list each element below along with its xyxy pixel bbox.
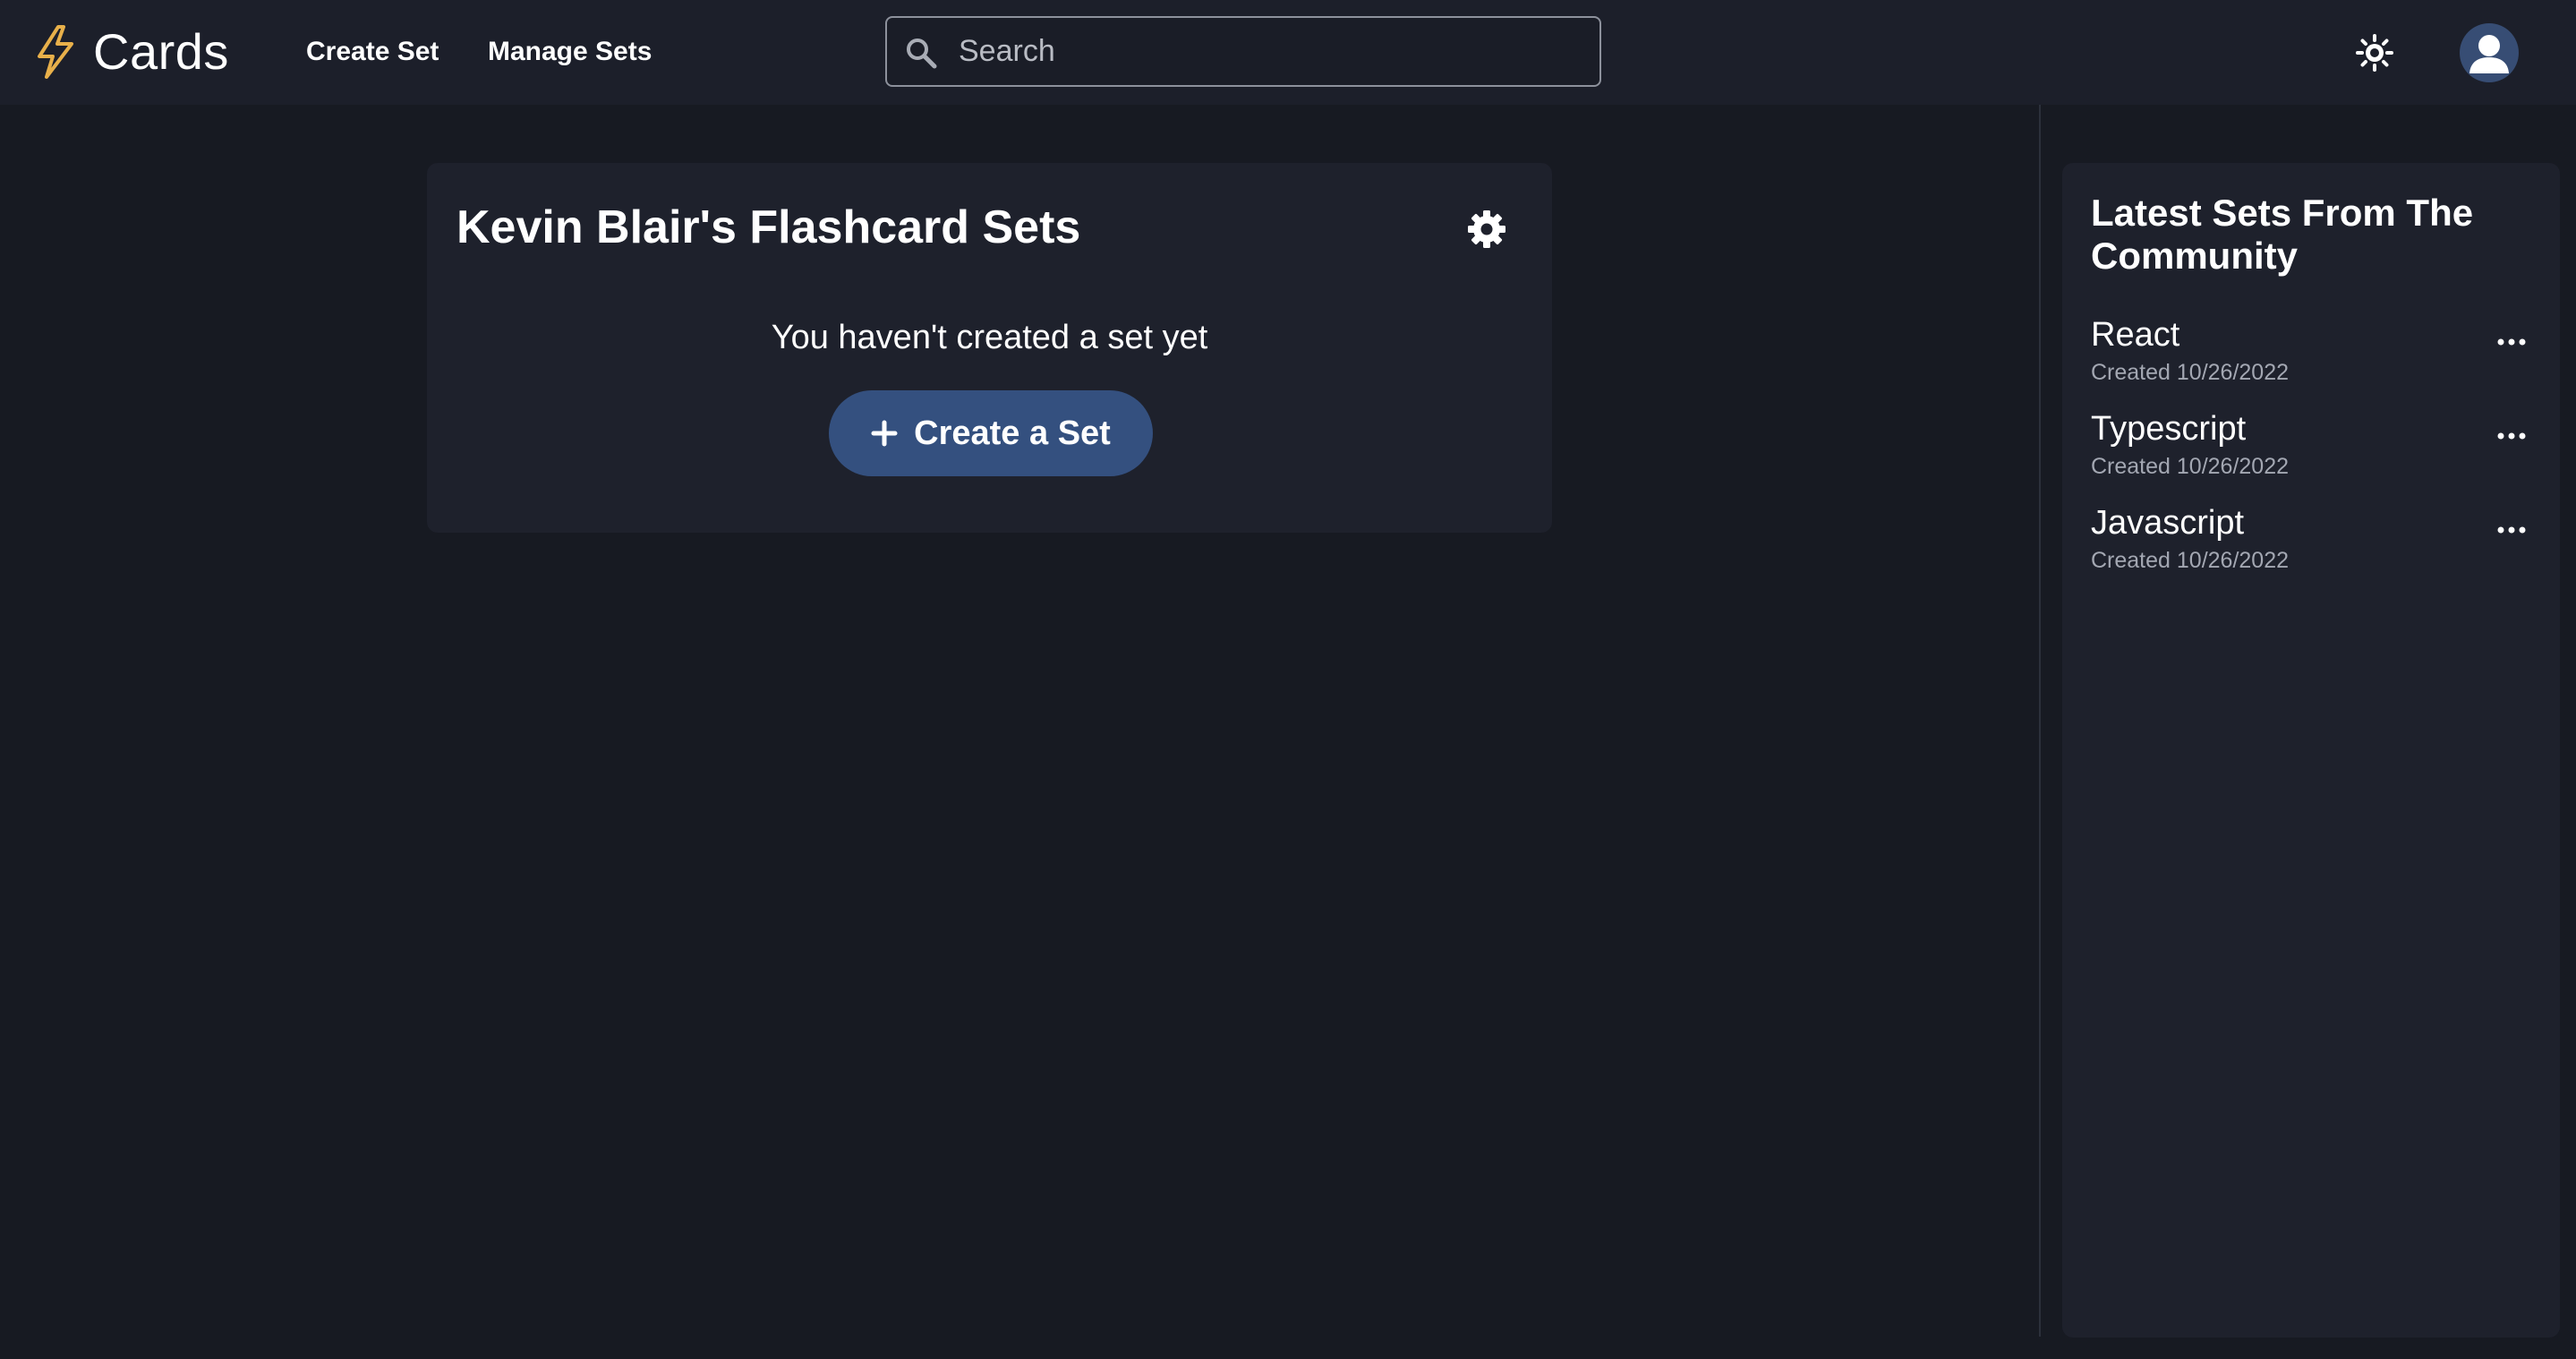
more-horizontal-icon[interactable] xyxy=(2495,335,2528,349)
set-created-date: Created 10/26/2022 xyxy=(2091,454,2290,479)
search-input[interactable] xyxy=(959,18,1585,85)
plus-icon xyxy=(871,420,898,447)
app-name: Cards xyxy=(93,23,229,80)
user-avatar[interactable] xyxy=(2460,23,2519,82)
search-box xyxy=(885,16,1601,87)
empty-state-message: You haven't created a set yet xyxy=(771,319,1208,356)
community-set-item[interactable]: Javascript Created 10/26/2022 xyxy=(2091,501,2538,582)
nav-create-set[interactable]: Create Set xyxy=(306,34,439,70)
more-horizontal-icon[interactable] xyxy=(2495,429,2528,443)
community-sets-panel: Latest Sets From The Community React Cre… xyxy=(2062,163,2560,1338)
page-title: Kevin Blair's Flashcard Sets xyxy=(456,201,1081,253)
app-logo[interactable]: Cards xyxy=(34,23,229,81)
nav-manage-sets[interactable]: Manage Sets xyxy=(488,34,652,70)
create-set-label: Create a Set xyxy=(914,415,1111,452)
my-sets-card: Kevin Blair's Flashcard Sets You haven't… xyxy=(427,163,1552,533)
set-created-date: Created 10/26/2022 xyxy=(2091,360,2290,385)
more-horizontal-icon[interactable] xyxy=(2495,523,2528,537)
sidebar-divider xyxy=(2039,105,2041,1337)
search-icon xyxy=(907,38,937,69)
user-icon xyxy=(2469,35,2509,73)
gear-icon[interactable] xyxy=(1465,208,1508,251)
community-set-item[interactable]: React Created 10/26/2022 xyxy=(2091,313,2538,394)
create-set-button[interactable]: Create a Set xyxy=(829,390,1153,476)
sun-icon[interactable] xyxy=(2356,34,2393,72)
set-created-date: Created 10/26/2022 xyxy=(2091,548,2290,573)
set-name: React xyxy=(2091,316,2180,354)
sidebar-title: Latest Sets From The Community xyxy=(2091,192,2474,277)
set-name: Javascript xyxy=(2091,504,2245,542)
lightning-bolt-icon xyxy=(38,25,73,79)
top-navbar: Cards Create Set Manage Sets xyxy=(0,0,2576,105)
community-set-item[interactable]: Typescript Created 10/26/2022 xyxy=(2091,407,2538,488)
set-name: Typescript xyxy=(2091,410,2247,448)
